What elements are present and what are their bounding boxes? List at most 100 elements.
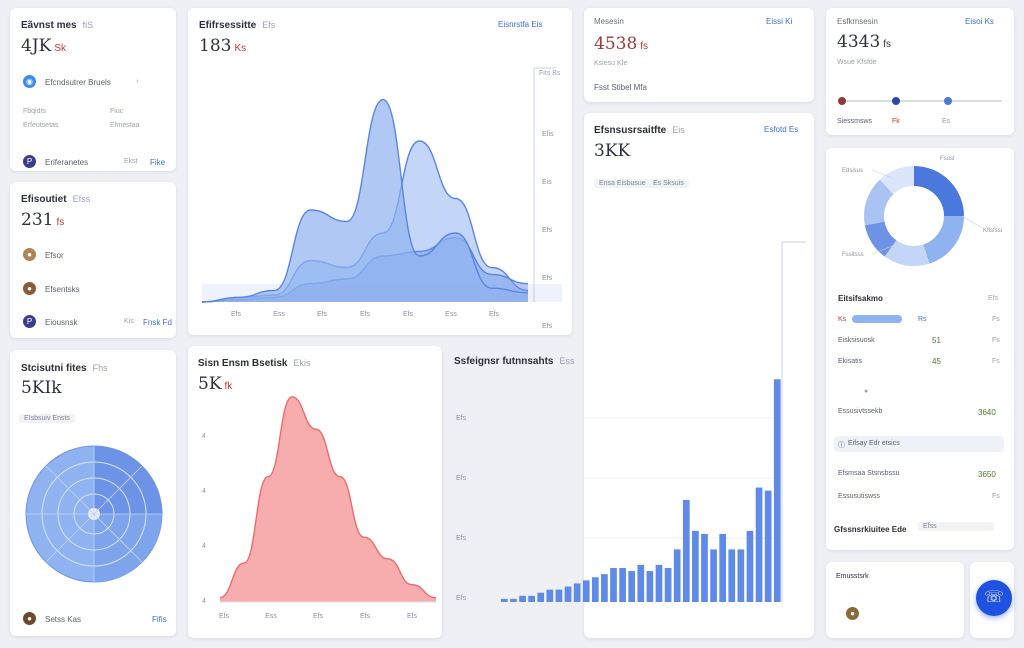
slider-label: Siessmsws bbox=[837, 118, 873, 125]
bar bbox=[701, 533, 708, 602]
globe-icon: ◉ bbox=[23, 75, 36, 88]
x-tick-label: Efs bbox=[360, 311, 371, 318]
kpi-value: 183 Ks bbox=[199, 36, 247, 56]
list-row-right: Fs bbox=[992, 316, 1000, 323]
view-report-link[interactable]: Eisnrstfa Eis bbox=[498, 20, 542, 29]
footer-chip[interactable]: Efss bbox=[918, 522, 994, 531]
card-title: Stcisutni fites Fhs bbox=[21, 363, 108, 374]
bar bbox=[764, 490, 772, 602]
y-tick-label: 4 bbox=[202, 488, 206, 495]
bar bbox=[682, 499, 690, 602]
footer-link[interactable]: Fifis bbox=[152, 615, 167, 624]
x-tick-label: Ess bbox=[265, 613, 277, 620]
y-tick-label: 4 bbox=[202, 543, 206, 550]
view-link[interactable]: Esfotd Es bbox=[764, 125, 798, 134]
card-title: Efisoutiet Efss bbox=[21, 194, 91, 205]
card-metric-h: Emusstsrk ● bbox=[826, 562, 964, 638]
card-donut-list: Edsisus Kflsfssi Fssitsss Fsust Eitsifsakmo… bbox=[826, 148, 1014, 550]
chevron-right-icon[interactable]: › bbox=[136, 78, 138, 85]
list-item-label[interactable]: Efsor bbox=[45, 251, 64, 260]
donut-label: Fsust bbox=[940, 156, 955, 162]
list-row-label: Eisksisuosk bbox=[838, 337, 875, 344]
x-tick-label: Efs bbox=[403, 311, 414, 318]
list-row-value: 3640 bbox=[978, 408, 996, 417]
red-area-chart: 4 4 4 4 Efs Ess Efs Efs Efs bbox=[202, 396, 437, 620]
list-item-label[interactable]: Efsentsks bbox=[45, 285, 80, 294]
range-slider[interactable] bbox=[839, 100, 1002, 102]
avatar: ● bbox=[846, 607, 859, 620]
list-item-label[interactable]: Efcndsutrer Bruels bbox=[45, 78, 111, 87]
list-heading-right: Efs bbox=[988, 295, 999, 302]
profile-icon: P bbox=[23, 155, 36, 168]
bar bbox=[510, 598, 517, 602]
view-link[interactable]: Eissi Ki bbox=[766, 17, 792, 26]
kpi-subtext: Ksiesu Kfe bbox=[594, 60, 628, 67]
footer-label: Gfssnsrkiuitee Ede bbox=[834, 525, 907, 534]
x-tick-label: Efs bbox=[313, 613, 324, 620]
bar bbox=[564, 586, 572, 602]
bar bbox=[755, 487, 763, 602]
radar-chart bbox=[25, 445, 163, 583]
list-row-label: Efsmsaa Stsnsbssu bbox=[838, 470, 900, 477]
donut-slice bbox=[923, 216, 964, 264]
card-account-summary: Eãvnst mes fiS 4JK Sk ◉ Efcndsutrer Bruels… bbox=[10, 8, 176, 171]
kpi-value: 4343 fs bbox=[837, 32, 892, 52]
support-icon: ☏ bbox=[983, 589, 1004, 606]
list-row-value: 3650 bbox=[978, 470, 996, 479]
list-item-label[interactable]: Eiousnsk bbox=[45, 318, 77, 327]
list-row-value: 51 bbox=[932, 336, 941, 345]
card-metric-f: Esfkmsesin Eisoi Ks 4343 fs Wsue Kfsfde S… bbox=[826, 8, 1014, 135]
slider-handle[interactable] bbox=[892, 97, 900, 105]
bar bbox=[728, 549, 736, 602]
bar bbox=[610, 567, 617, 602]
bar bbox=[528, 595, 535, 602]
list-row-right: Fs bbox=[992, 358, 1000, 365]
card-title: Eãvnst mes fiS bbox=[21, 20, 94, 31]
list-item-value: Ekst bbox=[124, 158, 138, 165]
card-title: Sisn Ensm Bsetisk Ekis bbox=[198, 358, 311, 369]
donut-leader bbox=[961, 215, 983, 229]
y-tick-label: 4 bbox=[202, 433, 206, 440]
slider-handle[interactable] bbox=[944, 97, 952, 105]
x-tick-label: Efs bbox=[219, 613, 230, 620]
donut-label: Kflsfssi bbox=[983, 228, 1002, 234]
donut-label: Fssitsss bbox=[842, 252, 864, 258]
card-title: Efifrsessitte Efs bbox=[199, 20, 276, 31]
x-tick-label: Efs bbox=[231, 311, 242, 318]
x-tick-label: Efs bbox=[360, 613, 371, 620]
y-tick-label: Efs bbox=[456, 415, 467, 422]
y-tick-label: Efs bbox=[542, 227, 553, 234]
bar bbox=[673, 549, 681, 602]
bar bbox=[646, 571, 654, 602]
filter-chip[interactable]: Ensa Eisbusue bbox=[594, 179, 651, 188]
list-item-badge[interactable]: Fike bbox=[150, 158, 165, 167]
info-icon: ⓘ bbox=[838, 442, 845, 449]
slider-value: Fk bbox=[892, 118, 900, 125]
view-link[interactable]: Eisoi Ks bbox=[965, 17, 994, 26]
bar bbox=[737, 549, 745, 602]
list-item-label[interactable]: Setss Kas bbox=[45, 615, 81, 624]
progress-bar bbox=[852, 315, 902, 323]
slider-handle[interactable] bbox=[838, 97, 846, 105]
slider-value: Es bbox=[942, 118, 951, 125]
bar bbox=[773, 379, 781, 602]
filter-chip[interactable]: EIsbsuiv Ensts bbox=[19, 414, 75, 423]
list-item-badge[interactable]: Fnsk Fd bbox=[143, 318, 172, 327]
filter-chip[interactable]: Es Sksuis bbox=[648, 179, 689, 188]
y-tick-label: Efis bbox=[542, 131, 554, 138]
bar bbox=[546, 589, 554, 602]
stat-label: Erfeutsetas bbox=[23, 122, 59, 129]
area-series bbox=[220, 396, 436, 602]
bar bbox=[719, 533, 727, 602]
bar bbox=[573, 583, 581, 602]
bar bbox=[746, 530, 754, 602]
stat-label: Fbqidts bbox=[23, 108, 46, 115]
bar bbox=[501, 598, 508, 602]
kpi-footer: Fsst Stibel Mfa bbox=[594, 83, 647, 92]
support-chat-button[interactable]: ☏ bbox=[976, 580, 1012, 616]
list-item-label[interactable]: Eriferanetes bbox=[45, 158, 88, 167]
list-row-label: Essusutiswss bbox=[838, 493, 881, 500]
list-row-value: Rs bbox=[918, 316, 927, 323]
kpi-value: 4JK Sk bbox=[21, 36, 67, 56]
avatar: ● bbox=[23, 248, 36, 261]
